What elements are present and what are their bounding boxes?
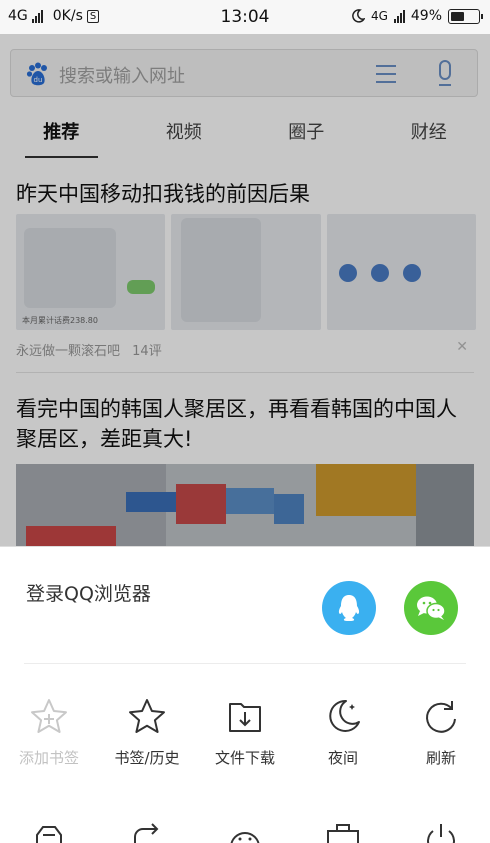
moon-icon [329, 699, 360, 732]
moon-status-icon [352, 9, 365, 23]
article-source: 永远做一颗滚石吧 [16, 344, 121, 359]
battery-percent: 49% [410, 8, 442, 24]
toolbox-icon [36, 826, 62, 843]
thumbnail-image [171, 214, 321, 330]
status-bar: 4G 0K/s S 13:04 4G 49% [0, 0, 490, 34]
thumbnail-image: 本月累计话费238.80 [16, 214, 166, 330]
refresh-button[interactable]: 刷新 [392, 697, 490, 768]
thumbnail-image [326, 214, 476, 330]
file-download-label: 文件下载 [214, 749, 275, 767]
star-plus-icon [31, 699, 67, 733]
article-photo[interactable] [16, 464, 474, 546]
browser-page: du 搜索或输入网址 推荐 视频 圈子 财经 昨天中国移动扣我钱的前因后果 本月… [0, 34, 490, 546]
microphone-icon[interactable] [437, 60, 453, 88]
tab-finance[interactable]: 财经 [368, 114, 490, 158]
search-input[interactable]: 搜索或输入网址 [59, 62, 185, 88]
refresh-label: 刷新 [425, 749, 456, 767]
comment-count: 14评 [132, 344, 162, 359]
article-title[interactable]: 昨天中国移动扣我钱的前因后果 [16, 178, 310, 208]
tab-video[interactable]: 视频 [123, 114, 246, 158]
briefcase-icon [327, 824, 359, 843]
wechat-icon [417, 596, 446, 620]
menu-icon[interactable] [375, 62, 397, 86]
dismiss-icon[interactable]: ✕ [456, 339, 468, 355]
power-icon [427, 824, 455, 843]
qq-login-button[interactable] [322, 581, 376, 635]
night-mode-label: 夜间 [327, 749, 358, 767]
search-bar[interactable]: du 搜索或输入网址 [10, 49, 478, 97]
exit-button[interactable] [392, 823, 490, 843]
divider [16, 372, 474, 373]
svg-text:du: du [34, 76, 43, 84]
network-type-right: 4G [370, 9, 388, 23]
article-meta: 永远做一颗滚石吧 14评 [16, 340, 162, 359]
bookmarks-history-button[interactable]: 书签/历史 [98, 697, 196, 768]
add-bookmark-button[interactable]: 添加书签 [0, 697, 98, 768]
toolbox-button[interactable] [0, 823, 98, 843]
menu-row-1: 添加书签 书签/历史 文件下载 夜间 刷新 [0, 697, 490, 768]
login-prompt[interactable]: 登录QQ浏览器 [26, 579, 151, 606]
article-title[interactable]: 看完中国的韩国人聚居区，再看看韩国的中国人聚居区，差距真大! [16, 394, 476, 454]
star-icon [129, 699, 165, 733]
face-button[interactable] [196, 823, 294, 843]
share-button[interactable] [98, 823, 196, 843]
signal-icon-right [393, 9, 405, 23]
add-bookmark-label: 添加书签 [18, 749, 79, 767]
bookmarks-history-label: 书签/历史 [114, 749, 180, 767]
thumbnail-caption: 本月累计话费238.80 [22, 316, 98, 325]
file-download-button[interactable]: 文件下载 [196, 697, 294, 768]
bottom-sheet-menu: 登录QQ浏览器 添加书签 书签/历史 文件下载 夜间 刷新 [0, 546, 490, 843]
work-button[interactable] [294, 823, 392, 843]
qq-penguin-icon [338, 595, 360, 621]
download-icon [229, 703, 261, 732]
divider [24, 663, 466, 664]
category-tabs: 推荐 视频 圈子 财经 [0, 114, 490, 158]
refresh-icon [426, 701, 456, 733]
status-right: 4G 49% [351, 8, 483, 24]
face-icon [230, 832, 260, 843]
tab-circle[interactable]: 圈子 [245, 114, 368, 158]
wechat-login-button[interactable] [404, 581, 458, 635]
menu-row-2 [0, 823, 490, 843]
battery-icon [448, 8, 483, 24]
article-thumbnails[interactable]: 本月累计话费238.80 [16, 214, 476, 330]
night-mode-button[interactable]: 夜间 [294, 697, 392, 768]
tab-recommend[interactable]: 推荐 [0, 114, 123, 158]
share-icon [134, 823, 159, 843]
baidu-logo-icon: du [26, 62, 47, 86]
